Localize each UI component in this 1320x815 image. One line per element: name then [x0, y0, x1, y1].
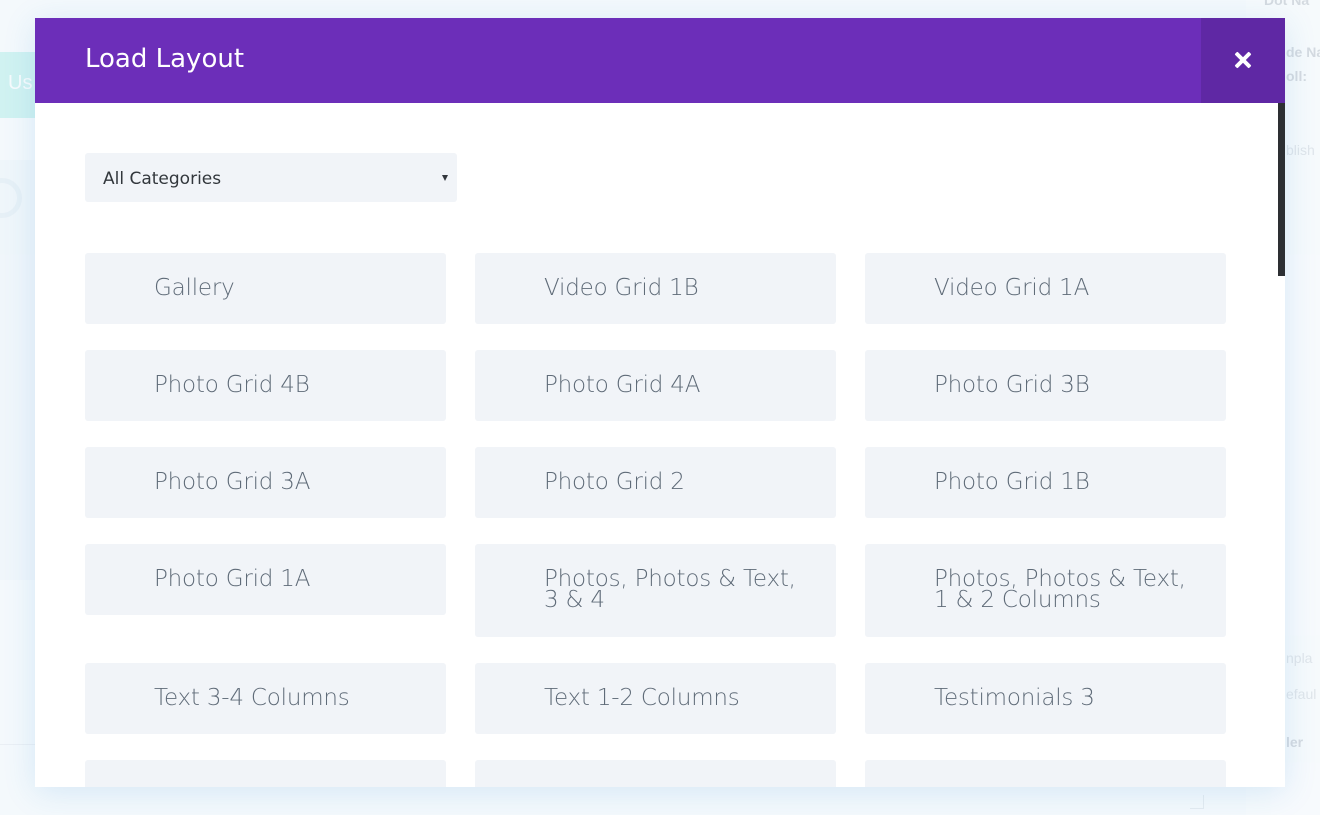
layout-tile-label: Text 3-4 Columns	[154, 685, 350, 711]
layout-tile[interactable]	[85, 760, 446, 787]
background-tab-text: Us	[8, 72, 33, 94]
background-tab: Us	[0, 52, 40, 118]
background-resize-handle	[1190, 795, 1204, 809]
layout-tile-label: Text 1-2 Columns	[544, 685, 740, 711]
layout-tile-label: Photo Grid 3B	[934, 372, 1090, 398]
layout-tile[interactable]: Photo Grid 3A	[85, 447, 446, 518]
layout-tile[interactable]: Text 3-4 Columns	[85, 663, 446, 734]
layout-tile[interactable]	[865, 760, 1226, 787]
layout-tile[interactable]: Photo Grid 3B	[865, 350, 1226, 421]
background-sidebar-text: Dot Na	[1264, 0, 1310, 8]
layout-tile[interactable]: Video Grid 1A	[865, 253, 1226, 324]
layout-tile[interactable]: Video Grid 1B	[475, 253, 836, 324]
layout-tile-label: Photo Grid 4B	[154, 372, 310, 398]
background-sidebar-text: efaul	[1286, 686, 1317, 702]
background-sidebar-text: de Na	[1286, 44, 1320, 60]
layout-tile-label: Gallery	[154, 275, 235, 301]
layout-tile[interactable]: Photo Grid 1B	[865, 447, 1226, 518]
category-select-value: All Categories	[103, 169, 222, 189]
layout-tile[interactable]: Photo Grid 1A	[85, 544, 446, 615]
chevron-down-icon	[442, 175, 448, 181]
layout-tile[interactable]: Testimonials 3	[865, 663, 1226, 734]
background-sidebar-text: blish	[1286, 142, 1315, 158]
layout-tile-label: Photos, Photos & Text, 1 & 2 Columns	[934, 566, 1186, 613]
modal-header: Load Layout	[35, 18, 1285, 103]
layout-tile-label: Photos, Photos & Text, 3 & 4	[544, 566, 796, 613]
layout-tile-label: Video Grid 1A	[934, 275, 1090, 301]
layout-tile-label: Photo Grid 2	[544, 469, 685, 495]
background-panel	[0, 160, 40, 580]
layout-tile-label: Photo Grid 3A	[154, 469, 311, 495]
background-divider	[0, 744, 40, 745]
scrollbar-thumb[interactable]	[1278, 103, 1285, 276]
background-sidebar-text: ler	[1286, 734, 1304, 750]
background-sidebar-text: npla	[1286, 650, 1313, 666]
background-sidebar-text: oll:	[1286, 68, 1307, 84]
layout-tile-label: Photo Grid 1A	[154, 566, 311, 592]
category-select[interactable]: All Categories	[85, 153, 457, 202]
layout-tile-label: Testimonials 3	[934, 685, 1095, 711]
layout-tile-label: Photo Grid 4A	[544, 372, 701, 398]
layout-tile-label: Photo Grid 1B	[934, 469, 1090, 495]
layout-tile-label: Video Grid 1B	[544, 275, 699, 301]
layout-tile[interactable]: Photo Grid 2	[475, 447, 836, 518]
close-icon	[1234, 51, 1252, 69]
layout-tile[interactable]: Gallery	[85, 253, 446, 324]
modal-title: Load Layout	[85, 44, 245, 74]
close-button[interactable]	[1201, 18, 1285, 103]
layout-tile[interactable]: Text 1-2 Columns	[475, 663, 836, 734]
layout-tile[interactable]: Photos, Photos & Text, 3 & 4	[475, 544, 836, 637]
layout-tile[interactable]	[475, 760, 836, 787]
layout-tile[interactable]: Photos, Photos & Text, 1 & 2 Columns	[865, 544, 1226, 637]
load-layout-modal: Load Layout All Categories Gallery Video…	[35, 18, 1285, 787]
layout-tile[interactable]: Photo Grid 4A	[475, 350, 836, 421]
layout-tile[interactable]: Photo Grid 4B	[85, 350, 446, 421]
